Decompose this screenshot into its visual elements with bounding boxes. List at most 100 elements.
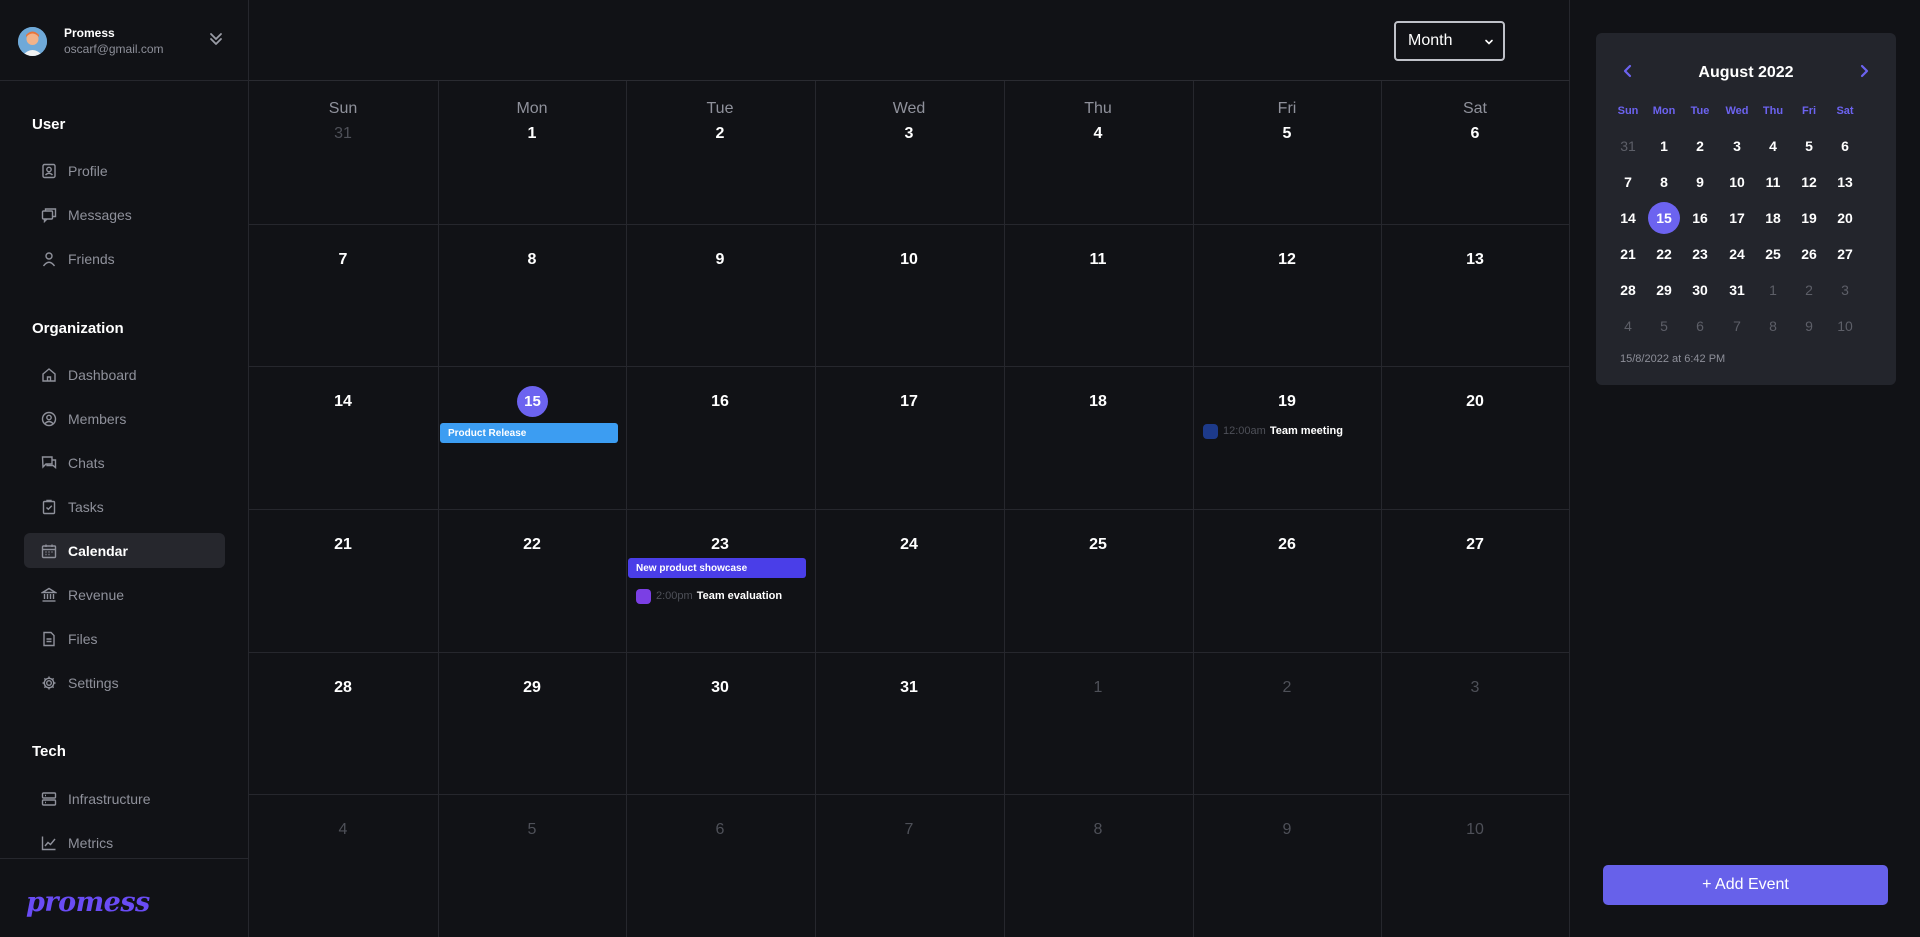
day-cell[interactable] — [626, 652, 815, 795]
mini-day[interactable]: 6 — [1829, 130, 1861, 162]
event-team-meeting[interactable]: 12:00am Team meeting — [1203, 422, 1343, 440]
day-cell[interactable] — [815, 652, 1004, 795]
sidebar-item-friends[interactable]: Friends — [24, 241, 225, 276]
day-cell[interactable] — [815, 509, 1004, 652]
sidebar-item-calendar[interactable]: Calendar — [24, 533, 225, 568]
mini-day[interactable]: 9 — [1793, 310, 1825, 342]
mini-day[interactable]: 1 — [1648, 130, 1680, 162]
day-cell[interactable] — [1004, 224, 1193, 367]
event-new-product-showcase[interactable]: New product showcase — [628, 558, 806, 578]
mini-day[interactable]: 22 — [1648, 238, 1680, 270]
next-month-button[interactable] — [1854, 63, 1874, 83]
day-cell[interactable] — [438, 509, 627, 652]
add-event-button[interactable]: + Add Event — [1603, 865, 1888, 905]
day-cell[interactable] — [249, 652, 438, 795]
mini-day[interactable]: 2 — [1793, 274, 1825, 306]
mini-day[interactable]: 8 — [1757, 310, 1789, 342]
sidebar-item-metrics[interactable]: Metrics — [24, 825, 225, 860]
mini-day[interactable]: 2 — [1684, 130, 1716, 162]
mini-day[interactable]: 4 — [1612, 310, 1644, 342]
mini-day[interactable]: 6 — [1684, 310, 1716, 342]
day-cell[interactable] — [626, 224, 815, 367]
day-cell[interactable] — [815, 224, 1004, 367]
day-cell[interactable] — [1004, 794, 1193, 937]
mini-day[interactable]: 5 — [1793, 130, 1825, 162]
day-cell[interactable] — [438, 81, 627, 224]
mini-day[interactable]: 10 — [1721, 166, 1753, 198]
day-cell[interactable] — [1004, 366, 1193, 509]
day-cell[interactable] — [438, 224, 627, 367]
sidebar-item-members[interactable]: Members — [24, 401, 225, 436]
mini-day[interactable]: 4 — [1757, 130, 1789, 162]
day-cell[interactable] — [1004, 509, 1193, 652]
day-cell[interactable] — [438, 794, 627, 937]
mini-day[interactable]: 19 — [1793, 202, 1825, 234]
mini-day[interactable]: 3 — [1829, 274, 1861, 306]
sidebar-item-messages[interactable]: Messages — [24, 197, 225, 232]
day-cell[interactable] — [626, 81, 815, 224]
mini-day[interactable]: 3 — [1721, 130, 1753, 162]
mini-day-selected[interactable]: 15 — [1648, 202, 1680, 234]
mini-day[interactable]: 25 — [1757, 238, 1789, 270]
sidebar-item-dashboard[interactable]: Dashboard — [24, 357, 225, 392]
sidebar-item-profile[interactable]: Profile — [24, 153, 225, 188]
mini-day[interactable]: 17 — [1721, 202, 1753, 234]
mini-day[interactable]: 21 — [1612, 238, 1644, 270]
day-cell[interactable] — [626, 509, 815, 652]
day-cell[interactable] — [1004, 652, 1193, 795]
day-cell[interactable] — [1381, 81, 1570, 224]
day-cell[interactable] — [1381, 509, 1570, 652]
day-cell[interactable] — [249, 509, 438, 652]
day-cell[interactable] — [1381, 366, 1570, 509]
view-select[interactable]: Month — [1394, 21, 1505, 61]
sidebar-item-files[interactable]: Files — [24, 621, 225, 656]
day-cell[interactable] — [815, 794, 1004, 937]
sidebar-item-infrastructure[interactable]: Infrastructure — [24, 781, 225, 816]
mini-day[interactable]: 8 — [1648, 166, 1680, 198]
mini-day[interactable]: 9 — [1684, 166, 1716, 198]
avatar[interactable] — [18, 27, 47, 56]
sidebar-item-revenue[interactable]: Revenue — [24, 577, 225, 612]
mini-day[interactable]: 1 — [1757, 274, 1789, 306]
day-cell[interactable] — [1193, 794, 1382, 937]
day-cell[interactable] — [249, 366, 438, 509]
mini-day[interactable]: 23 — [1684, 238, 1716, 270]
mini-day[interactable]: 27 — [1829, 238, 1861, 270]
mini-day[interactable]: 14 — [1612, 202, 1644, 234]
day-cell[interactable] — [626, 794, 815, 937]
mini-day[interactable]: 31 — [1721, 274, 1753, 306]
day-cell[interactable] — [1193, 509, 1382, 652]
sidebar-item-tasks[interactable]: Tasks — [24, 489, 225, 524]
sidebar-item-settings[interactable]: Settings — [24, 665, 225, 700]
mini-day[interactable]: 30 — [1684, 274, 1716, 306]
mini-day[interactable]: 12 — [1793, 166, 1825, 198]
mini-day[interactable]: 7 — [1721, 310, 1753, 342]
day-cell[interactable] — [815, 81, 1004, 224]
account-menu-button[interactable] — [205, 30, 227, 52]
mini-day[interactable]: 20 — [1829, 202, 1861, 234]
mini-day[interactable]: 28 — [1612, 274, 1644, 306]
day-cell[interactable] — [1381, 794, 1570, 937]
day-cell[interactable] — [1193, 224, 1382, 367]
day-cell[interactable] — [438, 652, 627, 795]
day-cell[interactable] — [1193, 81, 1382, 224]
mini-day[interactable]: 24 — [1721, 238, 1753, 270]
event-team-evaluation[interactable]: 2:00pm Team evaluation — [636, 587, 782, 605]
mini-day[interactable]: 7 — [1612, 166, 1644, 198]
sidebar-item-chats[interactable]: Chats — [24, 445, 225, 480]
mini-day[interactable]: 18 — [1757, 202, 1789, 234]
day-cell[interactable] — [249, 81, 438, 224]
mini-day[interactable]: 13 — [1829, 166, 1861, 198]
mini-day[interactable]: 16 — [1684, 202, 1716, 234]
mini-day[interactable]: 10 — [1829, 310, 1861, 342]
event-product-release[interactable]: Product Release — [440, 423, 618, 443]
day-cell[interactable] — [1193, 652, 1382, 795]
day-cell[interactable] — [1381, 224, 1570, 367]
day-cell[interactable] — [626, 366, 815, 509]
day-cell[interactable] — [249, 794, 438, 937]
day-cell[interactable] — [1381, 652, 1570, 795]
mini-day[interactable]: 26 — [1793, 238, 1825, 270]
mini-day[interactable]: 11 — [1757, 166, 1789, 198]
mini-day[interactable]: 5 — [1648, 310, 1680, 342]
mini-day[interactable]: 29 — [1648, 274, 1680, 306]
